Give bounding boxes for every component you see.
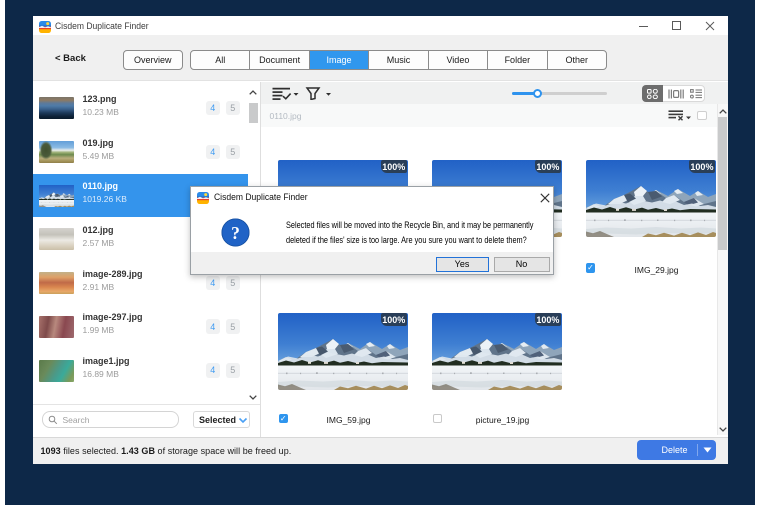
svg-text:?: ? <box>231 222 240 242</box>
